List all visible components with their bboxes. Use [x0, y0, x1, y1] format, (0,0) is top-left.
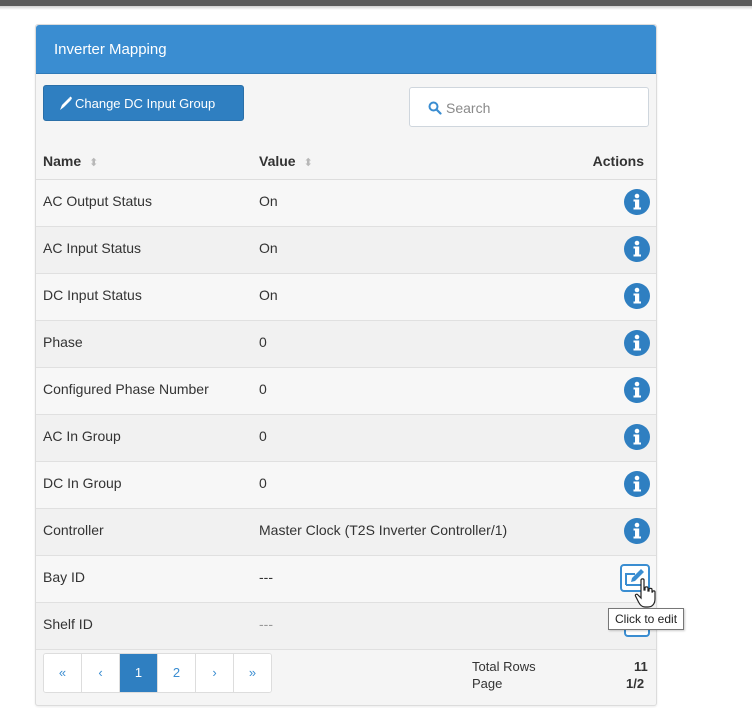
row-name: Controller — [43, 522, 104, 538]
table-row: DC Input Status On — [36, 274, 656, 321]
row-value: 0 — [259, 334, 267, 350]
row-name: AC Output Status — [43, 193, 152, 209]
table-row: AC In Group 0 — [36, 415, 656, 462]
row-value: --- — [259, 616, 273, 632]
row-name: Configured Phase Number — [43, 381, 209, 397]
pencil-icon — [58, 86, 72, 136]
row-value: --- — [259, 569, 273, 585]
row-name: DC Input Status — [43, 287, 142, 303]
window-frame-shadow — [0, 6, 752, 10]
page-label: Page — [472, 676, 503, 691]
edit-tooltip: Click to edit — [608, 608, 685, 630]
pagination-page-2[interactable]: 2 — [158, 654, 196, 692]
change-dc-input-group-label: Change DC Input Group — [75, 96, 216, 111]
table-row: Phase 0 — [36, 321, 656, 368]
table-row: AC Input Status On — [36, 227, 656, 274]
row-value: Master Clock (T2S Inverter Controller/1) — [259, 522, 508, 538]
search-input[interactable] — [444, 96, 638, 120]
info-circle-icon[interactable] — [624, 377, 650, 403]
sort-icon: ⬍ — [89, 157, 99, 169]
pagination-last[interactable]: » — [234, 654, 271, 692]
row-value: On — [259, 193, 278, 209]
row-name: DC In Group — [43, 475, 122, 491]
column-header-name[interactable]: Name ⬍ — [43, 153, 98, 169]
total-rows-value: 11 — [634, 659, 648, 674]
row-value: On — [259, 287, 278, 303]
pagination-page-1[interactable]: 1 — [120, 654, 158, 692]
pagination-prev[interactable]: ‹ — [82, 654, 120, 692]
sort-icon: ⬍ — [303, 157, 313, 169]
row-value: 0 — [259, 475, 267, 491]
pagination: « ‹ 1 2 › » — [43, 653, 272, 693]
hand-cursor-icon — [634, 578, 656, 608]
column-value-label: Value — [259, 153, 296, 169]
table-row: Controller Master Clock (T2S Inverter Co… — [36, 509, 656, 556]
info-circle-icon[interactable] — [624, 424, 650, 450]
table-row: DC In Group 0 — [36, 462, 656, 509]
info-circle-icon[interactable] — [624, 283, 650, 309]
column-header-value[interactable]: Value ⬍ — [259, 153, 313, 169]
table-row: AC Output Status On — [36, 180, 656, 227]
table-row: Shelf ID --- — [36, 603, 656, 650]
row-value: 0 — [259, 381, 267, 397]
row-name: Phase — [43, 334, 83, 350]
info-circle-icon[interactable] — [624, 330, 650, 356]
panel-title: Inverter Mapping — [54, 41, 167, 58]
pagination-next[interactable]: › — [196, 654, 234, 692]
search-icon — [428, 101, 442, 115]
table-row: Configured Phase Number 0 — [36, 368, 656, 415]
row-value: 0 — [259, 428, 267, 444]
inverter-mapping-panel: Inverter Mapping Change DC Input Group N… — [35, 24, 657, 706]
table-row: Bay ID --- — [36, 556, 656, 603]
search-box[interactable] — [409, 87, 649, 127]
change-dc-input-group-button[interactable]: Change DC Input Group — [43, 85, 244, 121]
row-name: AC In Group — [43, 428, 121, 444]
info-circle-icon[interactable] — [624, 518, 650, 544]
info-circle-icon[interactable] — [624, 236, 650, 262]
page-value: 1/2 — [626, 676, 645, 691]
panel-header: Inverter Mapping — [36, 25, 656, 74]
inverter-table: Name ⬍ Value ⬍ Actions AC Output Status On… — [36, 143, 656, 650]
info-circle-icon[interactable] — [624, 189, 650, 215]
column-name-label: Name — [43, 153, 82, 169]
total-rows-label: Total Rows — [472, 659, 536, 674]
row-name: Bay ID — [43, 569, 86, 585]
info-circle-icon[interactable] — [624, 471, 650, 497]
pagination-first[interactable]: « — [44, 654, 82, 692]
row-value: On — [259, 240, 278, 256]
row-name: AC Input Status — [43, 240, 142, 256]
table-header: Name ⬍ Value ⬍ Actions — [36, 143, 656, 180]
column-header-actions: Actions — [592, 153, 644, 169]
row-name: Shelf ID — [43, 616, 93, 632]
